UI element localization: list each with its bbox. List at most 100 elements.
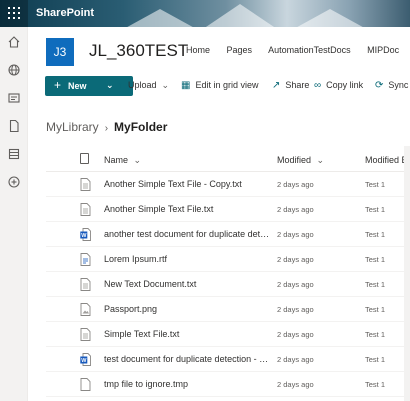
waffle-icon (8, 7, 20, 19)
header-image-mountain (120, 9, 200, 27)
modified-by[interactable]: Test 1 (365, 330, 385, 339)
table-row[interactable]: Lorem Ipsum.rtf 2 days ago Test 1 (46, 247, 410, 272)
table-row[interactable]: W test document for duplicate detection … (46, 347, 410, 372)
table-row[interactable]: Another Simple Text File.txt 2 days ago … (46, 197, 410, 222)
modified-date: 2 days ago (277, 355, 314, 364)
file-name-link[interactable]: Passport.png (104, 304, 274, 314)
site-navigation: Home Pages AutomationTestDocs MIPDoc tes… (186, 45, 410, 55)
edit-grid-view-button[interactable]: ▦ Edit in grid view (181, 80, 258, 91)
table-row[interactable]: tmp file to ignore.tmp 2 days ago Test 1 (46, 372, 410, 397)
news-icon[interactable] (7, 91, 21, 105)
file-name-link[interactable]: Simple Text File.txt (104, 329, 274, 339)
file-icon[interactable] (7, 119, 21, 133)
text-file-icon (80, 278, 91, 291)
share-icon: ↗ (272, 80, 281, 91)
modified-by[interactable]: Test 1 (365, 255, 385, 264)
chevron-down-icon: ⌄ (161, 80, 170, 90)
upload-button[interactable]: ↑ Upload ⌄ (118, 80, 169, 91)
site-title[interactable]: JL_360TEST (89, 41, 188, 61)
modified-by[interactable]: Test 1 (365, 180, 385, 189)
modified-by[interactable]: Test 1 (365, 355, 385, 364)
upload-label: Upload (128, 80, 157, 90)
header-image-mountain (290, 9, 370, 27)
column-header-modified[interactable]: Modified ⌄ (277, 155, 324, 166)
chevron-down-icon: ⌄ (133, 155, 142, 165)
globe-icon[interactable] (7, 63, 21, 77)
table-row[interactable]: Another Simple Text File - Copy.txt 2 da… (46, 172, 410, 197)
file-name-link[interactable]: New Text Document.txt (104, 279, 274, 289)
modified-date: 2 days ago (277, 255, 314, 264)
file-name-link[interactable]: test document for duplicate detection - … (104, 354, 274, 364)
create-plus-icon[interactable] (7, 175, 21, 189)
left-app-bar (0, 27, 28, 401)
modified-date: 2 days ago (277, 205, 314, 214)
command-bar: + New ⌄ ↑ Upload ⌄ ▦ Edit in grid view ↗ Sha… (28, 72, 410, 102)
column-header-name-label: Name (104, 155, 129, 165)
app-launcher-button[interactable] (0, 0, 28, 27)
share-label: Share (285, 80, 310, 90)
suite-bar: SharePoint (0, 0, 410, 27)
table-row[interactable]: New Text Document.txt 2 days ago Test 1 (46, 272, 410, 297)
modified-by[interactable]: Test 1 (365, 230, 385, 239)
modified-by[interactable]: Test 1 (365, 305, 385, 314)
breadcrumb: MyLibrary › MyFolder (46, 120, 167, 134)
modified-date: 2 days ago (277, 230, 314, 239)
modified-date: 2 days ago (277, 330, 314, 339)
modified-by[interactable]: Test 1 (365, 280, 385, 289)
text-file-icon (80, 178, 91, 191)
column-header-modified-label: Modified (277, 155, 312, 165)
nav-item-pages[interactable]: Pages (227, 45, 253, 55)
breadcrumb-current-folder: MyFolder (114, 120, 168, 134)
file-type-header-icon[interactable] (80, 153, 89, 164)
copy-link-button[interactable]: ∞ Copy link (314, 80, 363, 91)
chevron-down-icon: ⌄ (106, 80, 114, 90)
chevron-right-icon: › (104, 123, 109, 134)
breadcrumb-library[interactable]: MyLibrary (46, 120, 99, 134)
home-icon[interactable] (7, 35, 21, 49)
link-icon: ∞ (314, 80, 322, 91)
vertical-scrollbar[interactable] (404, 146, 410, 401)
svg-text:W: W (81, 358, 87, 364)
suite-brand[interactable]: SharePoint (36, 7, 94, 19)
file-name-link[interactable]: another test document for duplicate dete… (104, 229, 274, 239)
upload-arrow-icon: ↑ (118, 80, 123, 91)
modified-date: 2 days ago (277, 305, 314, 314)
modified-by[interactable]: Test 1 (365, 380, 385, 389)
grid-icon: ▦ (181, 80, 191, 91)
sync-icon: ⟳ (375, 80, 384, 91)
copy-link-label: Copy link (326, 80, 364, 90)
file-name-link[interactable]: Lorem Ipsum.rtf (104, 254, 274, 264)
list-header: Name ⌄ Modified ⌄ Modified By (46, 146, 410, 172)
file-name-link[interactable]: Another Simple Text File - Copy.txt (104, 179, 274, 189)
image-file-icon (80, 303, 91, 316)
generic-file-icon (80, 378, 91, 391)
modified-date: 2 days ago (277, 180, 314, 189)
nav-item-automationtestdocs[interactable]: AutomationTestDocs (268, 45, 351, 55)
svg-text:W: W (81, 233, 87, 239)
sync-button[interactable]: ⟳ Sync (375, 80, 408, 91)
text-file-icon (80, 203, 91, 216)
modified-date: 2 days ago (277, 380, 314, 389)
table-row[interactable]: Simple Text File.txt 2 days ago Test 1 (46, 322, 410, 347)
file-name-link[interactable]: tmp file to ignore.tmp (104, 379, 274, 389)
chevron-down-icon: ⌄ (316, 155, 325, 165)
site-logo[interactable]: J3 (46, 38, 74, 66)
edit-grid-label: Edit in grid view (195, 80, 259, 90)
nav-item-home[interactable]: Home (186, 45, 210, 55)
new-button-label: New (68, 81, 87, 91)
header-image-mountain (200, 4, 280, 27)
plus-icon: + (54, 78, 62, 92)
nav-item-mipdoc[interactable]: MIPDoc (367, 45, 399, 55)
lists-icon[interactable] (7, 147, 21, 161)
modified-by[interactable]: Test 1 (365, 205, 385, 214)
table-row[interactable]: W another test document for duplicate de… (46, 222, 410, 247)
rtf-file-icon (80, 253, 91, 266)
share-button[interactable]: ↗ Share (272, 80, 309, 91)
sync-label: Sync (388, 80, 409, 90)
text-file-icon (80, 328, 91, 341)
file-list: Another Simple Text File - Copy.txt 2 da… (46, 172, 410, 397)
column-header-name[interactable]: Name ⌄ (104, 155, 141, 166)
file-name-link[interactable]: Another Simple Text File.txt (104, 204, 274, 214)
table-row[interactable]: Passport.png 2 days ago Test 1 (46, 297, 410, 322)
word-document-icon: W (80, 353, 91, 366)
